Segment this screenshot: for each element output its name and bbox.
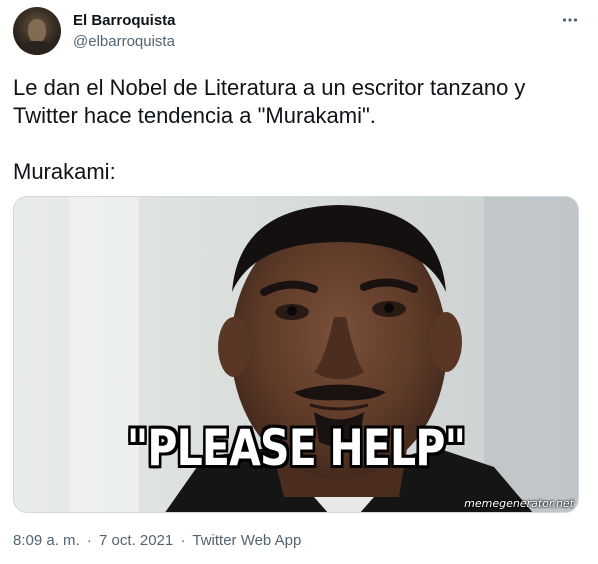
tweet-text: Le dan el Nobel de Literatura a un escri… <box>13 74 588 186</box>
author-name[interactable]: El Barroquista <box>73 12 176 29</box>
more-icon[interactable] <box>556 6 584 34</box>
tweet-text-line: Twitter hace tendencia a "Murakami". <box>13 103 376 128</box>
tweet-media-image[interactable]: "PLEASE HELP" memegenerator.net <box>13 196 579 513</box>
avatar-face <box>28 19 46 43</box>
tweet-metadata: 8:09 a. m. · 7 oct. 2021 · Twitter Web A… <box>13 532 301 549</box>
tweet-date[interactable]: 7 oct. 2021 <box>99 532 173 549</box>
author-handle[interactable]: @elbarroquista <box>73 33 175 50</box>
tweet-text-line: Murakami: <box>13 159 116 184</box>
avatar-collar <box>19 41 55 55</box>
more-horizontal-icon <box>562 18 578 22</box>
tweet: El Barroquista @elbarroquista Le dan el … <box>0 0 598 564</box>
meme-watermark: memegenerator.net <box>464 497 574 510</box>
meta-separator: · <box>86 532 92 549</box>
tweet-source[interactable]: Twitter Web App <box>192 532 301 549</box>
meta-separator: · <box>180 532 186 549</box>
tweet-text-line: Le dan el Nobel de Literatura a un escri… <box>13 75 526 100</box>
meme-caption: "PLEASE HELP" <box>126 419 466 477</box>
tweet-time[interactable]: 8:09 a. m. <box>13 532 80 549</box>
avatar[interactable] <box>13 7 61 55</box>
